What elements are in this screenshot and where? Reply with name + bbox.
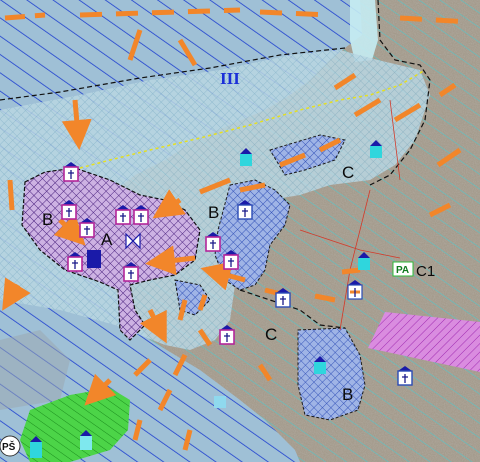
cyan-marker-icon: [214, 396, 226, 408]
cultural-heritage-zoning-map: III B A B C C B C1 PA PŠ: [0, 0, 480, 462]
zone-label-a: A: [101, 230, 113, 249]
blue-building-icon: [87, 250, 101, 268]
zone-label-c-north: C: [342, 163, 354, 182]
zone-label-b-west: B: [42, 210, 53, 229]
zone-label-c-south: C: [265, 325, 277, 344]
ps-label: PŠ: [2, 440, 16, 453]
harbour-strip: [350, 0, 378, 62]
zone-label-c1: C1: [416, 263, 435, 280]
zone-label-b-center: B: [208, 203, 219, 222]
sea-zone-label: III: [220, 69, 240, 88]
zone-label-b-south: B: [342, 385, 353, 404]
pa-label: PA: [396, 265, 409, 276]
